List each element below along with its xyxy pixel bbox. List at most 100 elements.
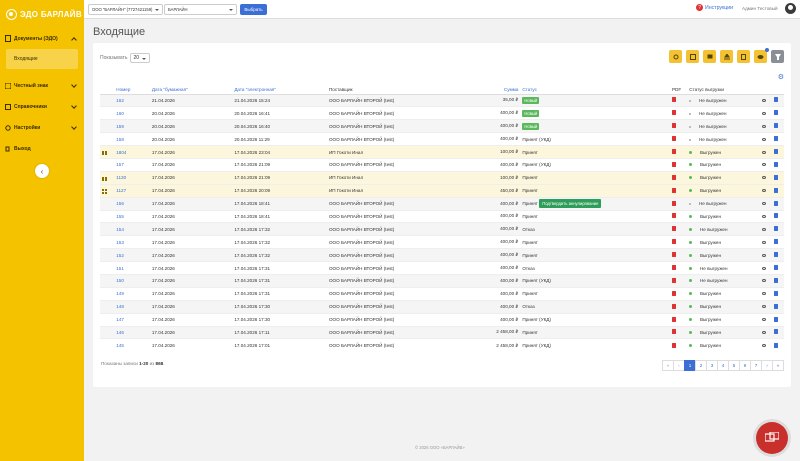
confirm-annulment-button[interactable]: Подтвердить аннулирование <box>539 199 602 209</box>
delete-cell[interactable] <box>771 196 784 211</box>
col-sum[interactable]: Сумма <box>438 85 521 95</box>
trash-icon[interactable] <box>773 252 778 258</box>
pdf-cell[interactable] <box>669 299 688 314</box>
choose-button[interactable]: Выбрать <box>240 4 267 15</box>
table-row[interactable]: 1804 17.04.2026 17.04.2026 23:04 ИП Гокоти … <box>100 145 784 159</box>
delete-cell[interactable] <box>771 209 784 223</box>
eye-icon[interactable] <box>761 330 766 334</box>
doc-number[interactable]: 160 <box>114 106 150 120</box>
table-row[interactable]: 156 17.04.2026 17.04.2026 18:41 ООО БАРЛАЙН… <box>100 196 784 211</box>
doc-number[interactable]: 151 <box>114 261 150 275</box>
pdf-cell[interactable] <box>669 312 688 327</box>
unit-select[interactable]: БАРЛАЙН <box>164 4 237 15</box>
table-settings-icon[interactable]: ⚙ <box>778 73 784 81</box>
page-size-select[interactable]: 20 <box>130 53 151 63</box>
view-cell[interactable] <box>759 106 772 120</box>
sidebar-item-incoming[interactable]: Входящие <box>6 49 78 69</box>
sidebar-item-settings[interactable]: Настройки <box>0 117 84 138</box>
pdf-icon[interactable] <box>671 213 676 219</box>
view-cell[interactable] <box>759 132 772 146</box>
eye-icon[interactable] <box>761 240 766 244</box>
trash-icon[interactable] <box>773 213 778 219</box>
delete-cell[interactable] <box>771 325 784 339</box>
delete-cell[interactable] <box>771 132 784 146</box>
table-row[interactable]: 1130 17.04.2026 17.04.2026 21:09 ИП Гокоти … <box>100 170 784 185</box>
view-cell[interactable] <box>759 157 772 172</box>
table-row[interactable]: 162 21.04.2026 21.04.2026 15:24 ООО БАРЛАЙН… <box>100 93 784 107</box>
eye-icon[interactable] <box>761 266 766 270</box>
pdf-cell[interactable] <box>669 235 688 249</box>
trash-icon[interactable] <box>773 342 778 348</box>
trash-icon[interactable] <box>773 277 778 283</box>
doc-number[interactable]: 1127 <box>114 183 150 198</box>
pdf-cell[interactable] <box>669 273 688 288</box>
pdf-cell[interactable] <box>669 145 688 159</box>
view-cell[interactable] <box>759 338 772 352</box>
pdf-icon[interactable] <box>671 110 676 116</box>
delete-cell[interactable] <box>771 312 784 327</box>
view-cell[interactable] <box>759 145 772 159</box>
pdf-icon[interactable] <box>671 290 676 296</box>
view-cell[interactable] <box>759 222 772 236</box>
col-number[interactable]: Номер <box>114 85 150 95</box>
delete-cell[interactable] <box>771 93 784 107</box>
eye-icon[interactable] <box>761 98 766 102</box>
eye-icon[interactable] <box>761 253 766 257</box>
delete-cell[interactable] <box>771 157 784 172</box>
doc-number[interactable]: 156 <box>114 196 150 211</box>
eye-icon[interactable] <box>761 150 766 154</box>
pdf-icon[interactable] <box>671 342 676 348</box>
view-cell[interactable] <box>759 248 772 262</box>
doc-number[interactable]: 155 <box>114 209 150 223</box>
refresh-button[interactable] <box>669 50 682 63</box>
table-row[interactable]: 153 17.04.2026 17.04.2026 17:32 ООО БАРЛАЙН… <box>100 235 784 249</box>
doc-number[interactable]: 152 <box>114 248 150 262</box>
delete-cell[interactable] <box>771 286 784 301</box>
brand-logo[interactable]: ЭДО БАРЛАЙВ <box>6 7 82 21</box>
trash-icon[interactable] <box>773 303 778 309</box>
trash-icon[interactable] <box>773 239 778 245</box>
trash-icon[interactable] <box>773 161 778 167</box>
delete-cell[interactable] <box>771 273 784 288</box>
eye-icon[interactable] <box>761 137 766 141</box>
pdf-cell[interactable] <box>669 209 688 223</box>
sidebar-item-honest-mark[interactable]: Честный знак <box>0 75 84 96</box>
eye-icon[interactable] <box>761 202 766 206</box>
pdf-cell[interactable] <box>669 196 688 211</box>
select-cell[interactable] <box>100 261 115 275</box>
pdf-icon[interactable] <box>671 265 676 271</box>
select-cell[interactable] <box>100 157 115 172</box>
eye-icon[interactable] <box>761 344 766 348</box>
pdf-cell[interactable] <box>669 183 688 198</box>
support-button[interactable] <box>756 422 788 454</box>
delete-cell[interactable] <box>771 145 784 159</box>
pdf-cell[interactable] <box>669 325 688 339</box>
doc-number[interactable]: 150 <box>114 273 150 288</box>
trash-icon[interactable] <box>773 110 778 116</box>
table-row[interactable]: 151 17.04.2026 17.04.2026 17:31 ООО БАРЛАЙН… <box>100 261 784 275</box>
view-cell[interactable] <box>759 170 772 185</box>
eye-icon[interactable] <box>761 227 766 231</box>
pdf-icon[interactable] <box>671 252 676 258</box>
table-row[interactable]: 146 17.04.2026 17.04.2026 17:11 ООО БАРЛАЙН… <box>100 325 784 339</box>
eye-icon[interactable] <box>761 214 766 218</box>
pdf-icon[interactable] <box>671 123 676 129</box>
select-cell[interactable] <box>100 132 115 146</box>
table-row[interactable]: 1127 17.04.2026 17.04.2026 20:09 ИП Гокоти … <box>100 183 784 198</box>
doc-number[interactable]: 159 <box>114 119 150 133</box>
doc-number[interactable]: 153 <box>114 235 150 249</box>
pdf-cell[interactable] <box>669 222 688 236</box>
select-cell[interactable] <box>100 196 115 211</box>
delete-cell[interactable] <box>771 222 784 236</box>
pdf-cell[interactable] <box>669 248 688 262</box>
view-cell[interactable] <box>759 196 772 211</box>
delete-cell[interactable] <box>771 235 784 249</box>
avatar[interactable] <box>785 3 796 14</box>
pdf-icon[interactable] <box>671 316 676 322</box>
table-row[interactable]: 149 17.04.2026 17.04.2026 17:31 ООО БАРЛАЙН… <box>100 286 784 301</box>
filter-button[interactable] <box>771 50 784 63</box>
pdf-icon[interactable] <box>671 226 676 232</box>
select-cell[interactable] <box>100 338 115 352</box>
eye-icon[interactable] <box>761 189 766 193</box>
file-button[interactable] <box>737 50 750 63</box>
